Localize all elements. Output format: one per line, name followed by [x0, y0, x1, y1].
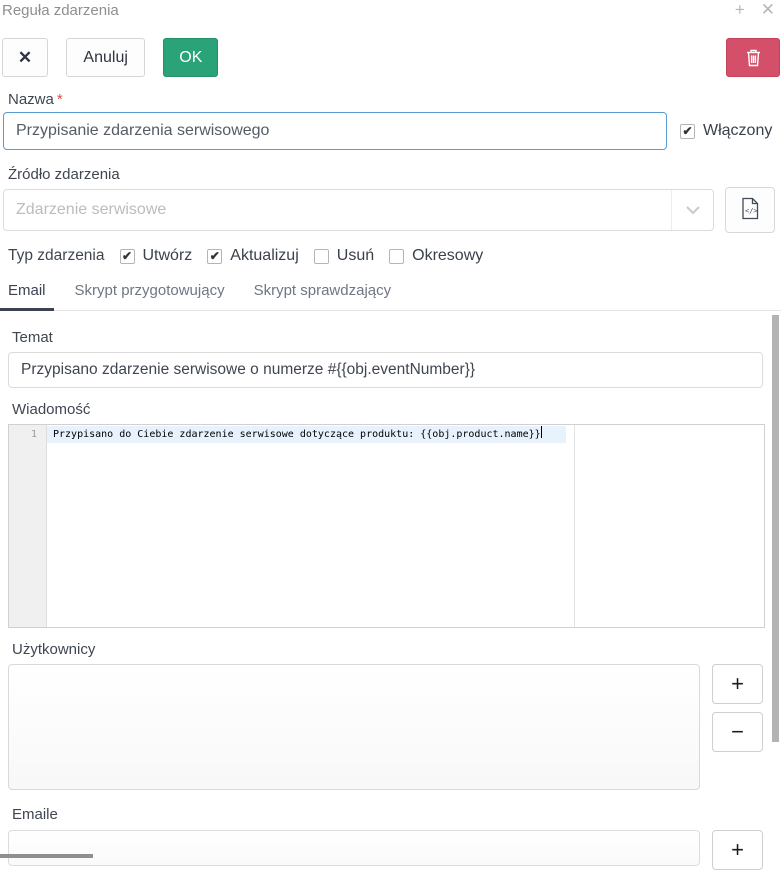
tab-bar: Email Skrypt przygotowujący Skrypt spraw… — [0, 282, 781, 311]
file-code-icon: </> — [741, 197, 759, 223]
vertical-scrollbar-thumb[interactable] — [772, 315, 779, 742]
emails-label: Emaile — [12, 806, 781, 824]
toolbar: ✕ Anuluj OK — [2, 38, 781, 77]
users-label: Użytkownicy — [12, 641, 781, 659]
enabled-checkbox[interactable]: ✔ — [680, 124, 695, 139]
name-input[interactable] — [3, 112, 667, 150]
tab-email[interactable]: Email — [0, 282, 54, 311]
users-add-button[interactable]: + — [712, 664, 763, 704]
text-cursor — [541, 426, 542, 438]
event-type-update[interactable]: ✔ Aktualizuj — [207, 247, 298, 265]
source-select[interactable]: Zdarzenie serwisowe — [3, 189, 714, 231]
cancel-button[interactable]: Anuluj — [66, 38, 145, 77]
event-type-row: Typ zdarzenia ✔ Utwórz ✔ Aktualizuj Usuń… — [8, 247, 781, 265]
users-list[interactable] — [8, 664, 700, 790]
source-script-button[interactable]: </> — [725, 187, 775, 233]
message-label: Wiadomość — [12, 401, 781, 419]
enabled-label: Włączony — [703, 122, 772, 140]
window-titlebar: Reguła zdarzenia + ✕ — [0, 0, 781, 20]
update-checkbox[interactable]: ✔ — [207, 249, 222, 264]
event-type-label: Typ zdarzenia — [8, 247, 105, 265]
subject-input[interactable] — [8, 352, 763, 388]
enabled-checkbox-group[interactable]: ✔ Włączony — [680, 122, 772, 140]
users-remove-button[interactable]: − — [712, 712, 763, 752]
emails-input[interactable] — [8, 830, 700, 866]
source-select-value: Zdarzenie serwisowe — [16, 201, 166, 218]
horizontal-scrollbar-thumb[interactable] — [0, 854, 93, 858]
tab-check-script[interactable]: Skrypt sprawdzający — [246, 282, 400, 311]
event-type-delete[interactable]: Usuń — [314, 247, 374, 265]
window-add-icon[interactable]: + — [735, 0, 745, 20]
create-checkbox[interactable]: ✔ — [120, 249, 135, 264]
required-mark: * — [57, 91, 63, 108]
code-line: Przypisano do Ciebie zdarzenie serwisowe… — [47, 426, 764, 443]
close-button[interactable]: ✕ — [2, 38, 48, 77]
tab-prepare-script[interactable]: Skrypt przygotowujący — [67, 282, 233, 311]
subject-label: Temat — [12, 329, 781, 347]
window-close-icon[interactable]: ✕ — [761, 0, 775, 20]
column-ruler — [574, 425, 575, 627]
emails-row: + — [8, 830, 781, 870]
chevron-down-icon[interactable] — [671, 190, 713, 230]
event-type-create[interactable]: ✔ Utwórz — [120, 247, 193, 265]
periodic-checkbox[interactable] — [389, 249, 404, 264]
event-type-periodic[interactable]: Okresowy — [389, 247, 483, 265]
trash-icon — [733, 48, 773, 67]
delete-checkbox[interactable] — [314, 249, 329, 264]
users-row: + − — [8, 664, 781, 790]
line-number: 1 — [9, 426, 37, 443]
emails-add-button[interactable]: + — [712, 830, 763, 870]
window-title: Reguła zdarzenia — [2, 2, 119, 19]
source-label: Źródło zdarzenia — [8, 166, 781, 184]
source-row: Zdarzenie serwisowe </> — [3, 187, 781, 233]
name-row: ✔ Włączony — [3, 112, 781, 150]
ok-button[interactable]: OK — [163, 38, 218, 77]
editor-gutter: 1 — [9, 425, 47, 627]
editor-content[interactable]: Przypisano do Ciebie zdarzenie serwisowe… — [47, 425, 764, 627]
name-label: Nazwa* — [8, 91, 781, 109]
delete-button[interactable] — [726, 38, 780, 77]
message-code-editor[interactable]: 1 Przypisano do Ciebie zdarzenie serwiso… — [8, 424, 765, 628]
svg-text:</>: </> — [745, 207, 758, 215]
